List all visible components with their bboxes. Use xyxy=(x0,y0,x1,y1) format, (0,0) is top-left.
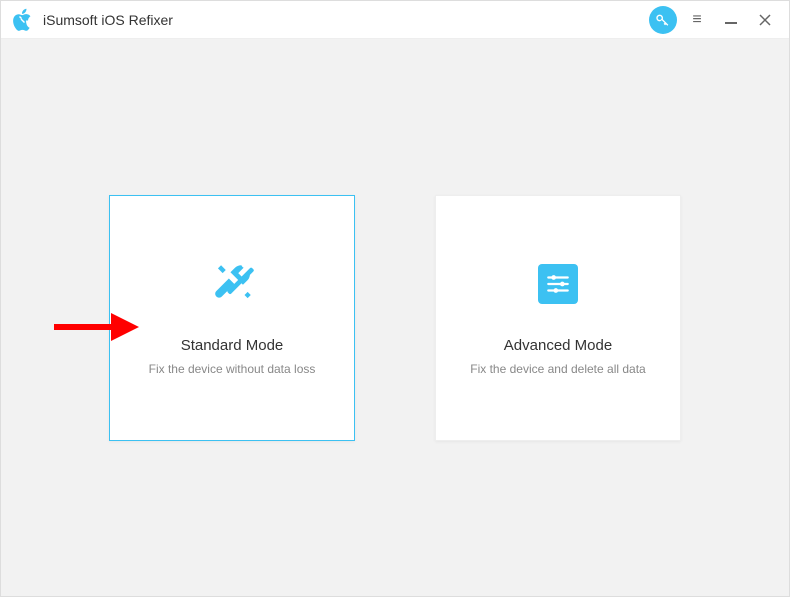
advanced-mode-card[interactable]: Advanced Mode Fix the device and delete … xyxy=(435,195,681,441)
title-bar: iSumsoft iOS Refixer ≡ xyxy=(1,1,789,39)
close-button[interactable] xyxy=(751,6,779,34)
close-icon xyxy=(759,14,771,26)
standard-mode-desc: Fix the device without data loss xyxy=(149,362,316,376)
sliders-icon xyxy=(533,259,583,309)
key-button[interactable] xyxy=(649,6,677,34)
advanced-mode-desc: Fix the device and delete all data xyxy=(470,362,645,376)
app-logo-icon xyxy=(11,8,35,32)
window-controls: ≡ xyxy=(649,6,779,34)
advanced-mode-title: Advanced Mode xyxy=(504,337,612,354)
minimize-button[interactable] xyxy=(717,6,745,34)
standard-mode-card[interactable]: Standard Mode Fix the device without dat… xyxy=(109,195,355,441)
menu-button[interactable]: ≡ xyxy=(683,6,711,34)
minimize-icon xyxy=(725,22,737,24)
standard-mode-title: Standard Mode xyxy=(181,337,284,354)
hamburger-icon: ≡ xyxy=(692,11,701,29)
main-content: Standard Mode Fix the device without dat… xyxy=(1,39,789,596)
tools-icon xyxy=(207,259,257,309)
app-title: iSumsoft iOS Refixer xyxy=(43,12,649,28)
